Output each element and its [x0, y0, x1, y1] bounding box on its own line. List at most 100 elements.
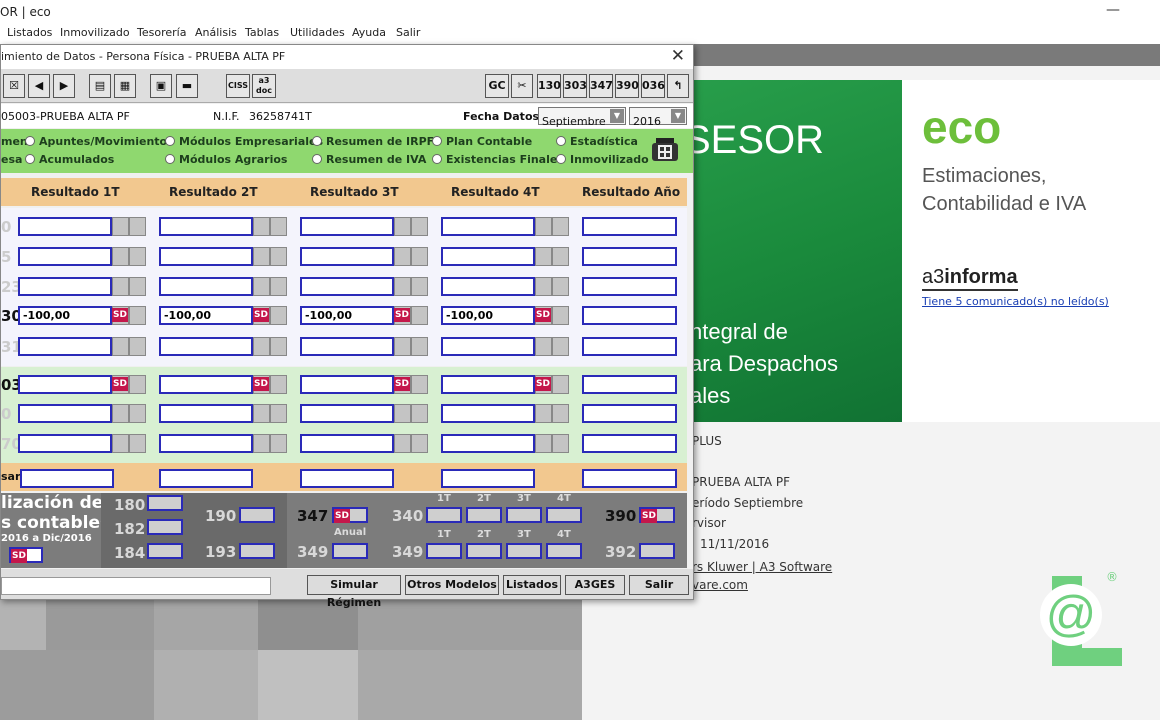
result-input[interactable] [441, 247, 535, 266]
result-input[interactable] [441, 469, 535, 488]
toggle-box[interactable] [394, 247, 411, 266]
m349-4t-box[interactable] [546, 543, 582, 559]
minimize-icon[interactable]: — [1106, 2, 1120, 18]
toggle-box[interactable] [112, 247, 129, 266]
toggle-box[interactable] [270, 404, 287, 423]
calculator-button[interactable]: ▣ [150, 74, 172, 98]
preview-button[interactable]: ▦ [114, 74, 136, 98]
result-input[interactable] [20, 469, 114, 488]
result-input[interactable]: -100,00 [159, 306, 253, 325]
toggle-box[interactable] [129, 306, 146, 325]
menu-inmovilizado[interactable]: Inmovilizado [60, 26, 130, 39]
sd-box[interactable]: SD [9, 547, 43, 563]
ciss-button[interactable]: CISS [226, 74, 250, 98]
result-input[interactable]: -100,00 [300, 306, 394, 325]
result-input[interactable] [18, 337, 112, 356]
toggle-box[interactable] [112, 217, 129, 236]
menu-tesoreria[interactable]: Tesorería [137, 26, 186, 39]
option-resumen-irpf[interactable]: Resumen de IRPF [312, 135, 434, 148]
result-input[interactable] [300, 247, 394, 266]
result-input[interactable] [159, 404, 253, 423]
toggle-box[interactable] [552, 277, 569, 296]
option-modulos-empresariales[interactable]: Módulos Empresariales [165, 135, 323, 148]
toggle-box[interactable] [253, 404, 270, 423]
modelo-347-button[interactable]: 347 [589, 74, 613, 98]
toggle-box[interactable] [112, 337, 129, 356]
toggle-box[interactable] [129, 434, 146, 453]
toggle-box[interactable] [270, 217, 287, 236]
result-input[interactable] [582, 247, 677, 266]
toggle-box[interactable] [411, 217, 428, 236]
toggle-box[interactable] [394, 277, 411, 296]
m349-3t-box[interactable] [506, 543, 542, 559]
result-input[interactable] [441, 337, 535, 356]
m182-box[interactable] [147, 519, 183, 535]
result-input[interactable] [300, 404, 394, 423]
toggle-box[interactable] [535, 434, 552, 453]
result-input[interactable] [300, 469, 394, 488]
toggle-box[interactable] [535, 277, 552, 296]
toggle-box[interactable] [270, 277, 287, 296]
toggle-box[interactable] [129, 247, 146, 266]
menu-utilidades[interactable]: Utilidades [290, 26, 345, 39]
result-input[interactable] [159, 469, 253, 488]
result-input[interactable] [300, 217, 394, 236]
toggle-box[interactable] [411, 247, 428, 266]
toggle-box[interactable] [112, 277, 129, 296]
m392-box[interactable] [639, 543, 675, 559]
sd-badge[interactable]: SD [253, 308, 269, 322]
m390-box[interactable]: SD [639, 507, 675, 523]
sd-badge[interactable]: SD [394, 377, 410, 391]
result-input[interactable] [300, 375, 394, 394]
modelo-036-button[interactable]: 036 [641, 74, 665, 98]
menu-salir[interactable]: Salir [396, 26, 420, 39]
result-input[interactable] [582, 277, 677, 296]
modelo-130-button[interactable]: 130 [537, 74, 561, 98]
toggle-box[interactable] [270, 434, 287, 453]
option-plan-contable[interactable]: Plan Contable [432, 135, 532, 148]
m340-3t-box[interactable] [506, 507, 542, 523]
option-resumen-iva[interactable]: Resumen de IVA [312, 153, 426, 166]
m349-1t-box[interactable] [426, 543, 462, 559]
toggle-box[interactable] [552, 306, 569, 325]
result-input[interactable] [441, 217, 535, 236]
sd-badge[interactable]: SD [112, 377, 128, 391]
m349-anual-box[interactable] [332, 543, 368, 559]
sd-badge[interactable]: SD [112, 308, 128, 322]
toggle-box[interactable] [394, 337, 411, 356]
result-input[interactable] [582, 404, 677, 423]
result-input[interactable] [582, 217, 677, 236]
result-input[interactable] [18, 375, 112, 394]
toggle-box[interactable] [129, 217, 146, 236]
result-input[interactable] [300, 434, 394, 453]
result-input[interactable] [18, 217, 112, 236]
toggle-box[interactable] [129, 375, 146, 394]
sd-badge[interactable]: SD [535, 377, 551, 391]
result-input[interactable] [582, 469, 677, 488]
back-icon[interactable]: ↰ [667, 74, 689, 98]
toggle-box[interactable] [535, 404, 552, 423]
m349-2t-box[interactable] [466, 543, 502, 559]
m347-box[interactable]: SD [332, 507, 368, 523]
menu-tablas[interactable]: Tablas [245, 26, 279, 39]
m193-box[interactable] [239, 543, 275, 559]
simular-regimen-button[interactable]: Simular Régimen [307, 575, 401, 609]
result-input[interactable] [582, 434, 677, 453]
toggle-box[interactable] [411, 306, 428, 325]
modelo-303-button[interactable]: 303 [563, 74, 587, 98]
toggle-box[interactable] [394, 404, 411, 423]
listados-button[interactable]: Listados [503, 575, 561, 595]
result-input[interactable] [441, 404, 535, 423]
result-input[interactable] [300, 277, 394, 296]
close-document-button[interactable]: ☒ [3, 74, 25, 98]
result-input[interactable] [441, 434, 535, 453]
result-input[interactable] [441, 277, 535, 296]
option-empresa[interactable]: esa [1, 153, 22, 166]
toggle-box[interactable] [411, 404, 428, 423]
tools-icon[interactable]: ✂ [511, 74, 533, 98]
year-select[interactable]: 2016 ▼ [629, 107, 687, 128]
result-input[interactable] [582, 375, 677, 394]
previous-button[interactable]: ◀ [28, 74, 50, 98]
result-input[interactable] [18, 247, 112, 266]
m190-box[interactable] [239, 507, 275, 523]
